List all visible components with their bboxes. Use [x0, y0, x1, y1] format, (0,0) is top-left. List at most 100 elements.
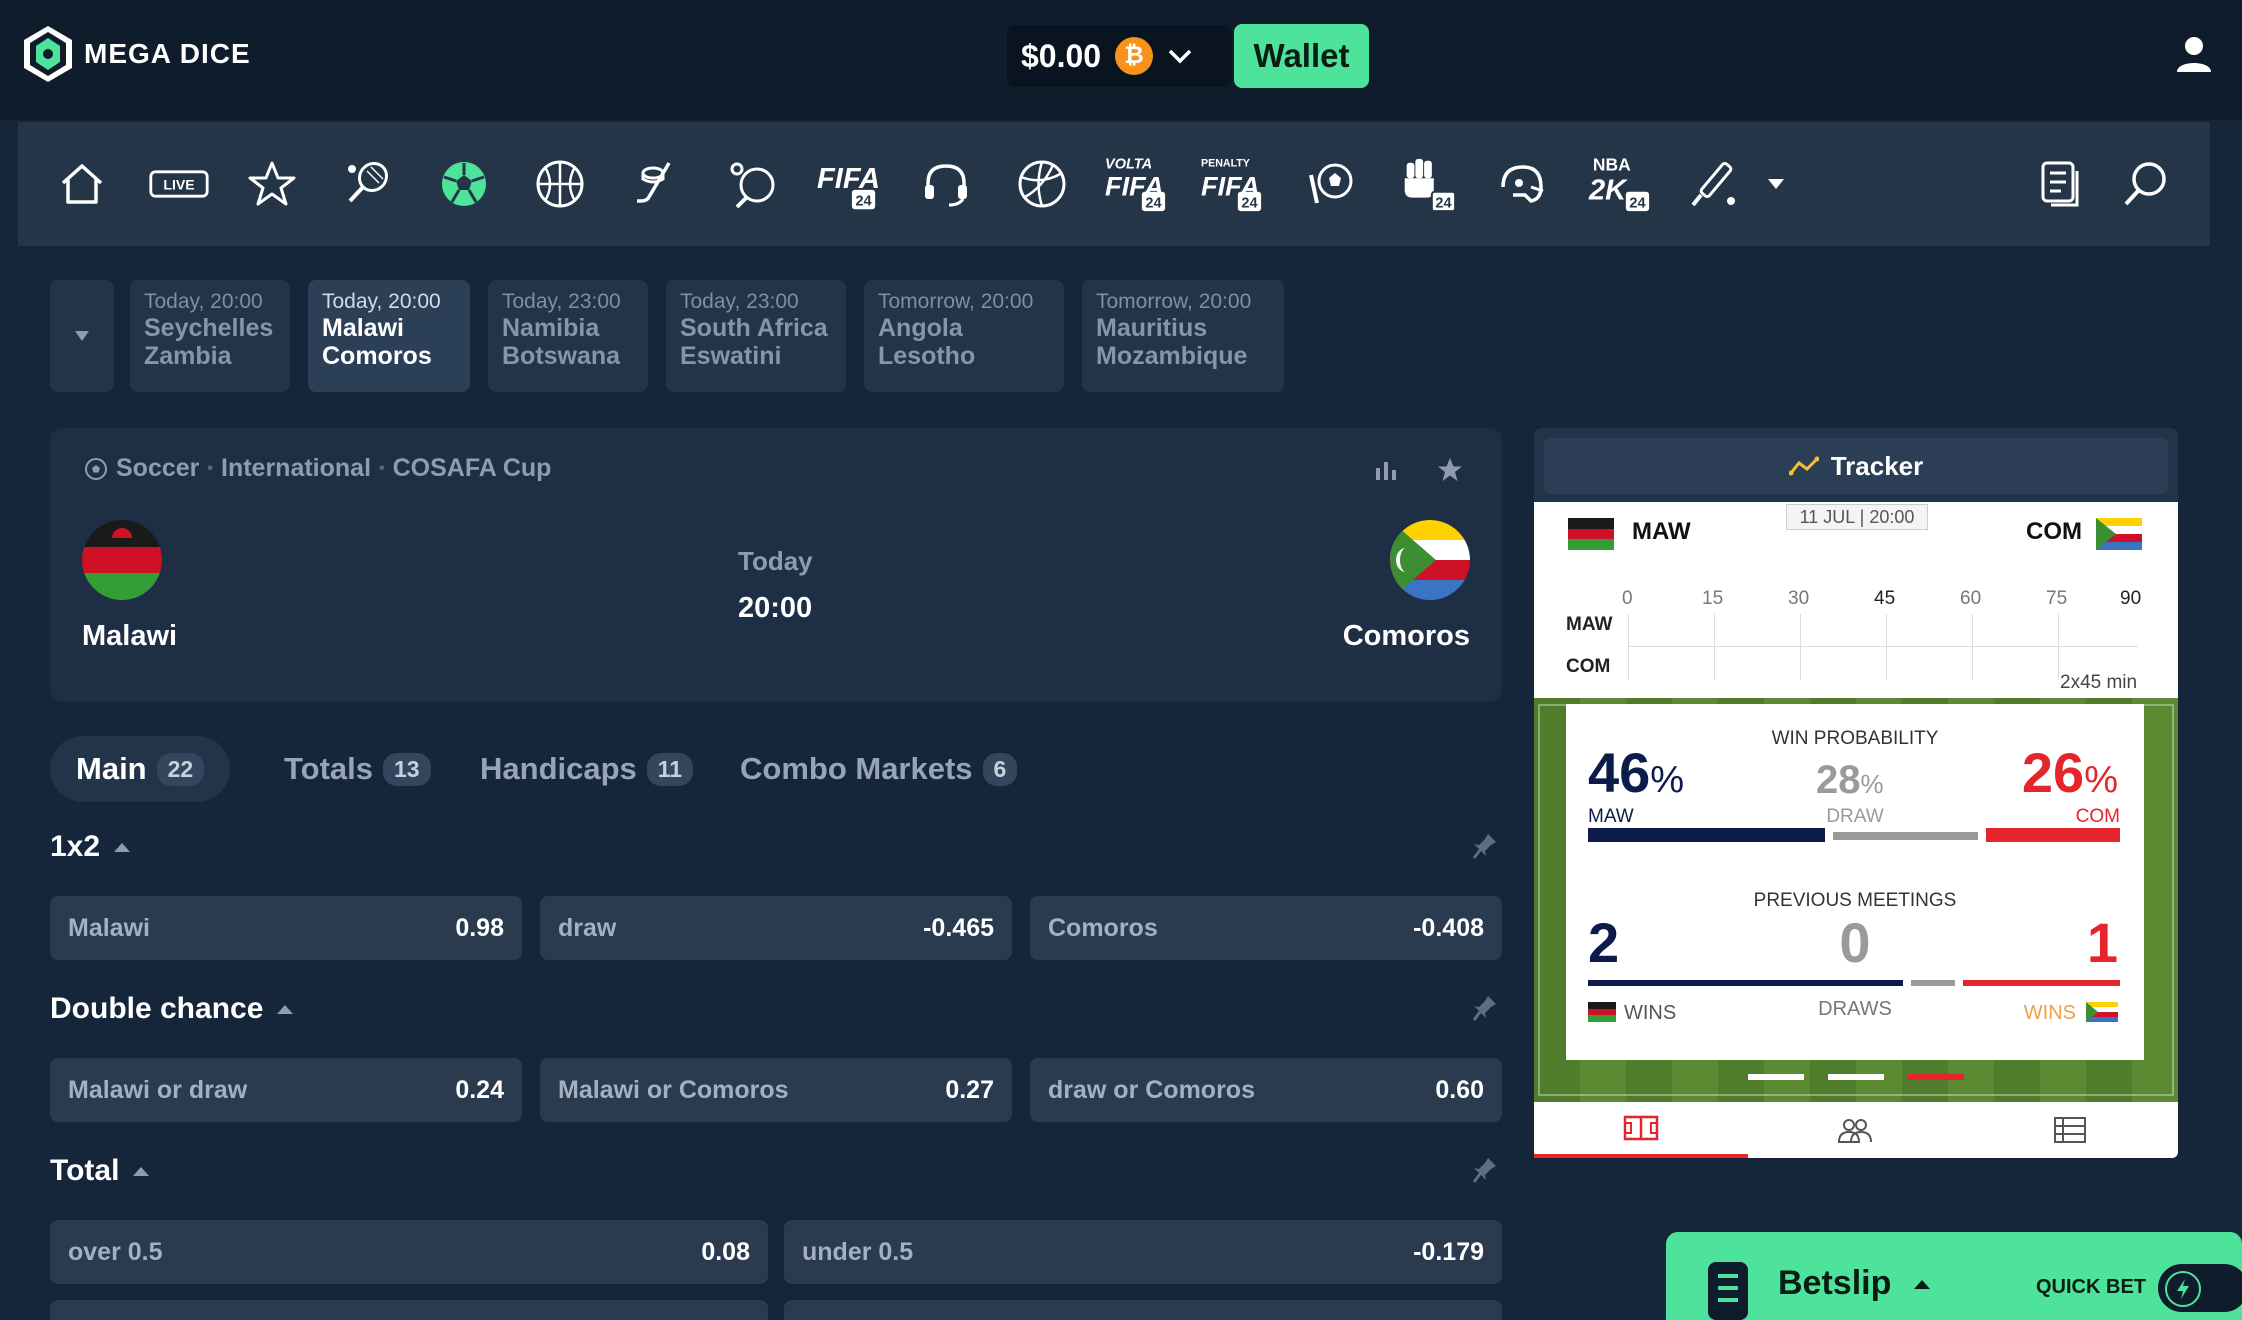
match-away-team: Mozambique [1096, 342, 1248, 370]
market-count-badge: 22 [156, 752, 205, 786]
breadcrumb-league[interactable]: COSAFA Cup [393, 454, 552, 483]
market-tab-handicaps[interactable]: Handicaps 11 [454, 736, 719, 802]
fifa-icon[interactable]: FIFA 24 [814, 152, 884, 216]
betslip-label: Betslip [1778, 1264, 1892, 1302]
breadcrumb-region[interactable]: International [221, 454, 371, 483]
search-icon[interactable] [2114, 152, 2178, 216]
breadcrumb-separator: • [379, 459, 385, 477]
pin-icon[interactable] [1472, 994, 1498, 1024]
efootball-icon[interactable] [1298, 152, 1362, 216]
bitcoin-icon: ₿ [1115, 37, 1154, 75]
market-tab-combo[interactable]: Combo Markets 6 [714, 736, 1043, 802]
ice-hockey-icon[interactable] [624, 152, 688, 216]
match-home-team: Angola [878, 314, 963, 342]
mma-icon[interactable]: 24 [1392, 152, 1462, 216]
pin-icon[interactable] [1472, 1156, 1498, 1186]
more-sports-dropdown-icon[interactable] [1756, 152, 1796, 216]
pitch-icon [1623, 1115, 1659, 1141]
penalty-label: PENALTY [1201, 158, 1250, 170]
timeline-tick: 0 [1622, 588, 1633, 609]
soccer-icon[interactable] [432, 152, 496, 216]
market-1x2-header[interactable]: 1x2 [50, 830, 131, 864]
timeline-tick: 90 [2120, 588, 2142, 609]
odd-button[interactable]: over 0.5 0.08 [50, 1220, 768, 1284]
market-total-header[interactable]: Total [50, 1154, 150, 1188]
slide-indicator[interactable] [1828, 1074, 1884, 1080]
nba2k-icon[interactable]: NBA 2K 24 [1586, 152, 1656, 216]
odd-button[interactable]: Malawi or Comoros 0.27 [540, 1058, 1012, 1122]
tracker-tab-standings[interactable] [1962, 1102, 2178, 1158]
upcoming-match-tab[interactable]: Today, 23:00 South Africa Eswatini [666, 280, 846, 392]
penalty-fifa-icon[interactable]: PENALTY FIFA 24 [1198, 152, 1268, 216]
draw-pct: 28% [1816, 758, 1884, 802]
match-home-team: South Africa [680, 314, 828, 342]
market-tab-label: Handicaps [480, 751, 637, 786]
away-wins-count: 1 [2086, 911, 2118, 974]
market-double-chance-header[interactable]: Double chance [50, 992, 294, 1026]
wallet-button[interactable]: Wallet [1234, 24, 1369, 88]
upcoming-collapse-button[interactable] [50, 280, 114, 392]
basketball-icon[interactable] [528, 152, 592, 216]
pin-icon[interactable] [1472, 832, 1498, 862]
timeline-tick: 15 [1702, 588, 1724, 609]
volta-fifa-icon[interactable]: VOLTA FIFA 24 [1102, 152, 1172, 216]
tracker-tab-pitch[interactable] [1534, 1102, 1748, 1158]
mma-badge-label: 24 [1435, 195, 1451, 211]
odd-button-partial[interactable] [784, 1300, 1502, 1320]
draws-segment [1910, 980, 1955, 986]
quick-bet-toggle[interactable] [2158, 1264, 2242, 1312]
nba-label: NBA [1593, 154, 1631, 174]
table-list-icon [2054, 1117, 2086, 1143]
odd-button[interactable]: draw -0.465 [540, 896, 1012, 960]
home-icon[interactable] [50, 152, 114, 216]
tracker-trend-icon [1788, 456, 1819, 476]
tracker-home-code: MAW [1632, 518, 1691, 545]
upcoming-match-tab-active[interactable]: Today, 20:00 Malawi Comoros [308, 280, 470, 392]
badge-24-label: 24 [855, 193, 871, 209]
odd-button-partial[interactable] [50, 1300, 768, 1320]
tracker-tab-lineups[interactable] [1748, 1102, 1962, 1158]
esports-headset-icon[interactable] [914, 152, 978, 216]
slide-indicator[interactable] [1748, 1074, 1804, 1080]
breadcrumb-separator: • [207, 459, 213, 477]
balance-selector[interactable]: $0.00 ₿ [1007, 25, 1232, 87]
upcoming-match-tab[interactable]: Tomorrow, 20:00 Angola Lesotho [864, 280, 1064, 392]
american-football-icon[interactable] [1490, 152, 1554, 216]
odd-label: under 0.5 [802, 1237, 914, 1266]
table-tennis-icon[interactable] [720, 152, 784, 216]
favorites-star-icon[interactable] [240, 152, 304, 216]
odd-value: 0.24 [455, 1075, 504, 1104]
live-label: LIVE [163, 177, 194, 193]
odd-button[interactable]: draw or Comoros 0.60 [1030, 1058, 1502, 1122]
odd-label: Malawi or Comoros [558, 1075, 789, 1104]
statistics-icon[interactable] [1372, 458, 1400, 482]
upcoming-match-tab[interactable]: Tomorrow, 20:00 Mauritius Mozambique [1082, 280, 1284, 392]
kickoff-time: 20:00 [738, 592, 813, 624]
user-account-icon[interactable] [2174, 34, 2214, 74]
upcoming-match-tab[interactable]: Today, 20:00 Seychelles Zambia [130, 280, 290, 392]
logo[interactable]: MEGA DICE [20, 24, 251, 84]
betslip-panel[interactable]: Betslip QUICK BET [1666, 1232, 2242, 1320]
breadcrumb-sport[interactable]: Soccer [116, 454, 199, 483]
upcoming-match-tab[interactable]: Today, 23:00 Namibia Botswana [488, 280, 648, 392]
odd-value: 0.98 [455, 913, 504, 942]
draws-count: 0 [1839, 911, 1871, 974]
live-icon[interactable]: LIVE [146, 152, 212, 216]
away-wins-segment [1962, 980, 2120, 986]
tracker-header[interactable]: Tracker [1544, 438, 2168, 494]
market-tab-main[interactable]: Main 22 [50, 736, 231, 802]
tennis-icon[interactable] [336, 152, 400, 216]
favorite-star-icon[interactable] [1436, 456, 1464, 484]
volleyball-icon[interactable] [1010, 152, 1074, 216]
odd-button[interactable]: Malawi or draw 0.24 [50, 1058, 522, 1122]
odd-button[interactable]: Malawi 0.98 [50, 896, 522, 960]
market-tab-totals[interactable]: Totals 13 [258, 736, 457, 802]
collapse-caret-icon [277, 1004, 294, 1014]
match-time: Today, 20:00 [322, 290, 441, 313]
cricket-icon[interactable] [1682, 152, 1746, 216]
slide-indicator-active[interactable] [1908, 1074, 1964, 1080]
malawi-mini-flag-icon [1568, 518, 1614, 550]
odd-button[interactable]: Comoros -0.408 [1030, 896, 1502, 960]
odd-button[interactable]: under 0.5 -0.179 [784, 1220, 1502, 1284]
betslip-history-icon[interactable] [2028, 152, 2092, 216]
